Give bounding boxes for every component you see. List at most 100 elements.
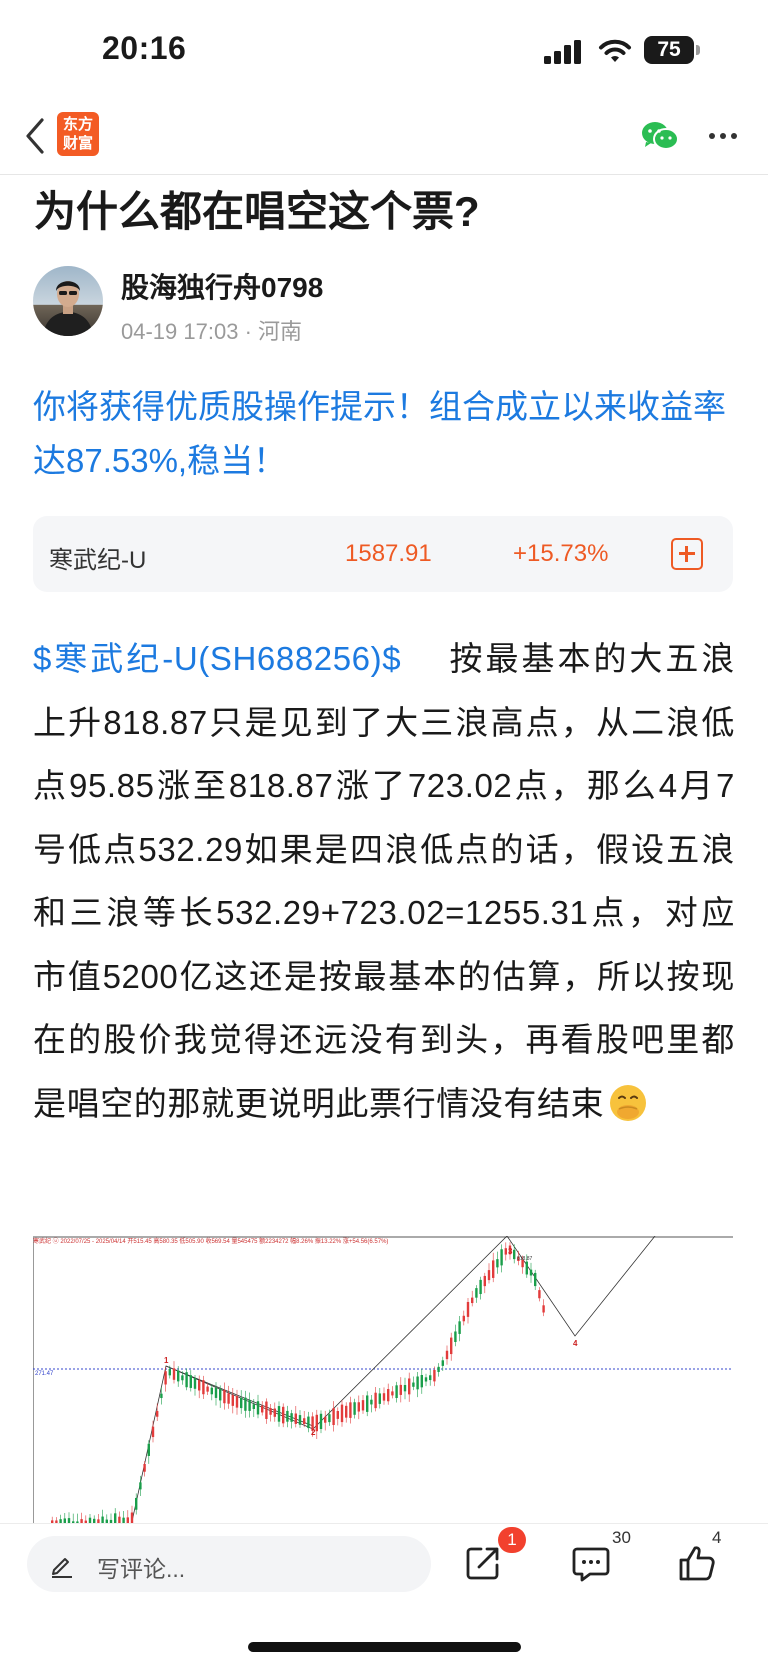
comment-icon[interactable] [572,1546,610,1582]
stock-price: 1587.91 [345,540,432,567]
candle-body [303,1418,306,1425]
candle-body [479,1279,482,1295]
candle-body [542,1305,545,1313]
stock-change: +15.73% [513,540,609,567]
post-meta: 04-19 17:03 · 河南 [121,314,302,346]
thumbs-up-icon[interactable] [678,1544,716,1582]
pen-icon [52,1558,72,1578]
candle-body [395,1385,398,1399]
candle-body [294,1413,297,1424]
candle-body [361,1400,365,1411]
candle-body [265,1401,268,1419]
battery-icon: 75 [644,36,702,66]
more-icon[interactable] [708,132,738,140]
candle-body [206,1386,209,1392]
comment-count: 30 [612,1528,631,1547]
candle-body [315,1414,318,1432]
candle-body [370,1399,373,1405]
candle-body [227,1393,230,1404]
candle-body [496,1259,499,1268]
candle-body [214,1387,218,1398]
post-date: 04-19 17:03 [121,319,239,344]
candle-body [198,1380,201,1391]
stock-name: 寒武纪-U [49,547,147,574]
share-badge: 1 [498,1527,526,1553]
eastmoney-logo[interactable]: 东方 财富 [57,112,99,156]
candle-body [403,1384,407,1392]
candle-body [336,1411,339,1419]
candle-body [458,1321,461,1334]
candle-body [529,1269,533,1276]
candle-body [172,1368,176,1380]
candle-body [408,1378,411,1395]
kline-chart-image[interactable]: 寒武纪 ⓤ 2022/07/25 - 2025/04/14 开515.45 高5… [33,1236,733,1526]
body-text: 按最基本的大五浪上升818.87只是见到了大三浪高点，从二浪低点95.85涨至8… [33,640,735,1122]
candle-body [135,1497,138,1510]
candle-body [433,1370,436,1382]
stock-mention-link[interactable]: $寒武纪-U(SH688256)$ [33,640,401,677]
candle-body [353,1402,356,1415]
candle-body [231,1394,234,1406]
kline-chart: 271.47 1 2 3 4 818.87 [33,1236,733,1526]
logo-line1: 东方 [62,116,93,133]
candle-body [202,1380,205,1395]
candle-body [420,1374,423,1388]
candle-body [387,1389,390,1402]
candle-body [424,1377,428,1382]
candle-body [332,1408,335,1426]
candle-body [277,1406,281,1422]
candle-body [240,1397,243,1409]
candle-body [235,1395,239,1408]
candle-body [256,1401,260,1415]
candle-body [261,1405,264,1413]
candle-body [340,1404,344,1423]
candle-body [210,1387,213,1395]
battery-level: 75 [644,36,694,64]
candle-body [298,1415,302,1425]
candle-body [139,1482,142,1490]
add-watchlist-icon[interactable] [671,538,703,570]
candle-body [164,1371,167,1385]
candle-body [534,1272,537,1287]
candle-body [189,1375,192,1388]
candle-body [282,1406,285,1424]
candle-body [462,1315,465,1322]
candle-body [391,1391,394,1396]
wave-label-2: 2 [311,1428,316,1437]
candle-body [500,1249,503,1266]
candle-body [487,1270,491,1281]
candle-body [492,1260,495,1278]
logo-line2: 财富 [62,135,93,152]
candle-body [445,1350,449,1360]
candle-body [349,1402,352,1418]
share-icon[interactable] [465,1545,501,1581]
comment-input[interactable]: 写评论... [27,1536,431,1592]
candle-body [252,1404,255,1409]
post-location: 河南 [258,319,303,344]
promo-link[interactable]: 你将获得优质股操作提示！组合成立以来收益率达87.53%,稳当！ [33,380,733,488]
comment-placeholder: 写评论... [97,1556,186,1582]
article-body: $寒武纪-U(SH688256)$ 按最基本的大五浪上升818.87只是见到了大三… [33,627,735,1135]
wifi-icon [599,39,631,62]
hand-over-mouth-emoji-icon [610,1084,647,1121]
candle-body [454,1331,457,1342]
candle-body [185,1372,188,1388]
candle-body [483,1275,486,1287]
stock-card[interactable]: 寒武纪-U 1587.91 +15.73% [33,516,733,592]
candle-body [223,1389,226,1404]
author-name[interactable]: 股海独行舟0798 [121,266,323,306]
candle-body [437,1366,440,1372]
wave-label-1: 1 [164,1356,169,1365]
candle-body [273,1408,276,1417]
author-avatar[interactable] [33,266,103,336]
candle-body [374,1392,377,1409]
candle-body [429,1375,432,1381]
back-chevron-icon[interactable] [22,116,48,156]
wechat-icon[interactable] [640,120,680,152]
home-indicator[interactable] [248,1642,521,1652]
like-count: 4 [712,1528,722,1547]
wave-label-3: 3 [508,1247,513,1256]
candle-body [525,1261,528,1275]
candle-body [328,1414,331,1423]
candle-body [504,1248,507,1255]
